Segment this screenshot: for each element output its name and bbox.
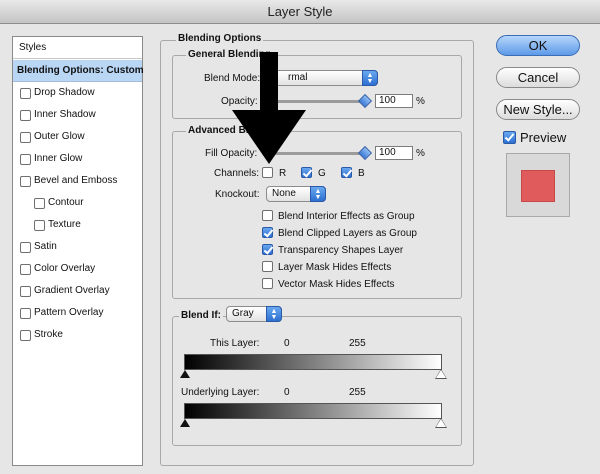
pattern-overlay-checkbox[interactable]	[20, 308, 31, 319]
opacity-input[interactable]: 100	[375, 94, 413, 108]
drop-shadow-checkbox[interactable]	[20, 88, 31, 99]
this-layer-label: This Layer:	[210, 338, 260, 349]
preview-box	[506, 153, 570, 217]
underlying-layer-gradient-ramp	[184, 403, 442, 419]
ok-button[interactable]: OK	[496, 35, 580, 56]
fill-opacity-input[interactable]: 100	[375, 146, 413, 160]
knockout-select[interactable]: None ▲ ▼	[266, 186, 326, 202]
stroke-checkbox[interactable]	[20, 330, 31, 341]
underlying-layer-low-value: 0	[284, 387, 290, 398]
channels-label: Channels:	[214, 168, 260, 179]
this-layer-black-stop[interactable]	[180, 370, 190, 378]
blend-if-label: Blend If:	[179, 310, 223, 321]
vector-mask-hides-checkbox[interactable]	[262, 278, 273, 289]
bevel-emboss-checkbox[interactable]	[20, 176, 31, 187]
preview-checkbox[interactable]	[503, 131, 516, 144]
styles-list-header[interactable]: Styles	[13, 37, 142, 59]
sidebar-item-color-overlay[interactable]: Color Overlay	[13, 258, 142, 280]
sidebar-item-outer-glow[interactable]: Outer Glow	[13, 126, 142, 148]
knockout-label: Knockout:	[215, 189, 260, 200]
sidebar-item-bevel-emboss[interactable]: Bevel and Emboss	[13, 170, 142, 192]
blend-clipped-label: Blend Clipped Layers as Group	[278, 228, 417, 239]
blending-options-title: Blending Options	[176, 33, 264, 44]
texture-checkbox[interactable]	[34, 220, 45, 231]
cancel-button[interactable]: Cancel	[496, 67, 580, 88]
fill-opacity-unit: %	[416, 148, 425, 159]
transparency-shapes-checkbox[interactable]	[262, 244, 273, 255]
underlying-layer-white-stop[interactable]	[435, 418, 447, 428]
sidebar-item-stroke[interactable]: Stroke	[13, 324, 142, 346]
annotation-arrow-icon	[232, 52, 306, 164]
sidebar-item-pattern-overlay[interactable]: Pattern Overlay	[13, 302, 142, 324]
vector-mask-hides-label: Vector Mask Hides Effects	[278, 279, 395, 290]
popup-arrows-icon: ▲ ▼	[266, 306, 282, 322]
this-layer-high-value: 255	[349, 338, 366, 349]
contour-checkbox[interactable]	[34, 198, 45, 209]
this-layer-white-stop[interactable]	[435, 369, 447, 379]
sidebar-item-drop-shadow[interactable]: Drop Shadow	[13, 82, 142, 104]
channel-g-checkbox[interactable]	[301, 167, 312, 178]
preview-swatch	[521, 170, 555, 202]
blend-interior-label: Blend Interior Effects as Group	[278, 211, 415, 222]
channel-r-checkbox[interactable]	[262, 167, 273, 178]
new-style-button[interactable]: New Style...	[496, 99, 580, 120]
channel-b-label: B	[358, 168, 365, 179]
sidebar-item-gradient-overlay[interactable]: Gradient Overlay	[13, 280, 142, 302]
gradient-overlay-checkbox[interactable]	[20, 286, 31, 297]
window-title: Layer Style	[267, 4, 333, 19]
underlying-layer-high-value: 255	[349, 387, 366, 398]
styles-list: Styles Blending Options: Custom Drop Sha…	[12, 36, 144, 466]
sidebar-item-inner-shadow[interactable]: Inner Shadow	[13, 104, 142, 126]
inner-glow-checkbox[interactable]	[20, 154, 31, 165]
sidebar-item-texture[interactable]: Texture	[13, 214, 142, 236]
outer-glow-checkbox[interactable]	[20, 132, 31, 143]
sidebar-item-blending-options[interactable]: Blending Options: Custom	[13, 60, 144, 82]
window-title-bar: Layer Style	[0, 0, 600, 24]
popup-arrows-icon: ▲ ▼	[362, 70, 378, 86]
opacity-unit: %	[416, 96, 425, 107]
channel-g-label: G	[318, 168, 326, 179]
color-overlay-checkbox[interactable]	[20, 264, 31, 275]
general-blending-group	[172, 55, 462, 119]
preview-label: Preview	[520, 130, 567, 145]
this-layer-gradient-ramp	[184, 354, 442, 370]
channel-r-label: R	[279, 168, 287, 179]
inner-shadow-checkbox[interactable]	[20, 110, 31, 121]
this-layer-low-value: 0	[284, 338, 290, 349]
sidebar-item-contour[interactable]: Contour	[13, 192, 142, 214]
underlying-layer-label: Underlying Layer:	[181, 387, 260, 398]
popup-arrows-icon: ▲ ▼	[310, 186, 326, 202]
layer-mask-hides-checkbox[interactable]	[262, 261, 273, 272]
underlying-layer-black-stop[interactable]	[180, 419, 190, 427]
satin-checkbox[interactable]	[20, 242, 31, 253]
blend-if-select[interactable]: Gray ▲ ▼	[226, 306, 282, 322]
sidebar-item-satin[interactable]: Satin	[13, 236, 142, 258]
sidebar-item-inner-glow[interactable]: Inner Glow	[13, 148, 142, 170]
blend-if-group	[172, 316, 462, 446]
layer-mask-hides-label: Layer Mask Hides Effects	[278, 262, 392, 273]
blend-clipped-checkbox[interactable]	[262, 227, 273, 238]
channel-b-checkbox[interactable]	[341, 167, 352, 178]
transparency-shapes-label: Transparency Shapes Layer	[278, 245, 404, 256]
blend-interior-checkbox[interactable]	[262, 210, 273, 221]
